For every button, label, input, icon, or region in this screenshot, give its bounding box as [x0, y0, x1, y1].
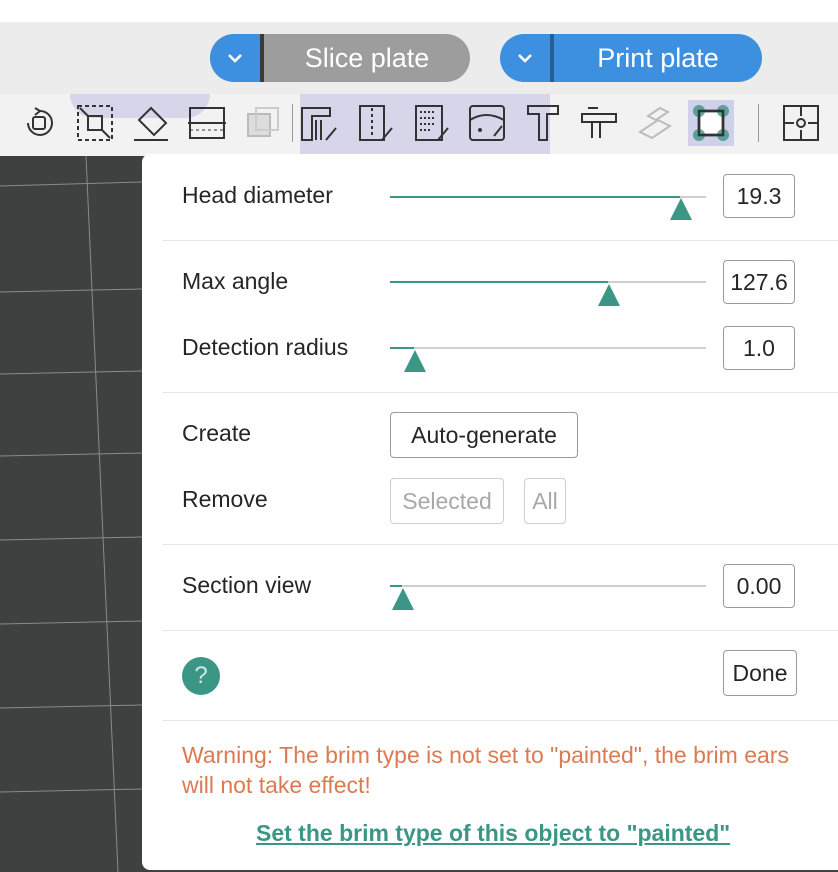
detection-radius-slider-handle[interactable] — [404, 350, 426, 372]
divider — [162, 392, 838, 393]
section-view-track — [402, 585, 706, 587]
window-top-strip — [0, 0, 838, 22]
max-angle-input[interactable]: 127.6 — [723, 260, 795, 304]
print-plate-label: Print plate — [597, 42, 719, 73]
divider — [162, 544, 838, 545]
divider — [162, 630, 838, 631]
text-icon[interactable] — [520, 100, 566, 146]
slice-plate-label: Slice plate — [304, 42, 430, 73]
section-view-label: Section view — [182, 572, 312, 598]
section-view-input[interactable]: 0.00 — [723, 564, 795, 608]
brim-warning-text: Warning: The brim type is not set to "pa… — [182, 742, 789, 798]
divider — [162, 720, 838, 721]
gizmo-toolbar — [0, 94, 838, 156]
max-angle-slider-handle[interactable] — [598, 284, 620, 306]
remove-selected-button[interactable]: Selected — [390, 478, 504, 524]
max-angle-track — [608, 281, 706, 283]
lay-on-face-icon[interactable] — [128, 100, 174, 146]
auto-generate-button[interactable]: Auto-generate — [390, 412, 578, 458]
fuzzy-skin-icon[interactable] — [408, 100, 454, 146]
detection-radius-track-filled — [390, 347, 414, 349]
boolean-icon[interactable] — [240, 100, 286, 146]
slice-plate-button[interactable]: Slice plate — [210, 34, 470, 82]
head-diameter-label: Head diameter — [182, 182, 333, 208]
seam-painting-icon[interactable] — [352, 100, 398, 146]
chevron-down-icon[interactable] — [210, 34, 260, 82]
color-painting-icon[interactable] — [464, 100, 510, 146]
remove-label: Remove — [182, 486, 268, 512]
create-label: Create — [182, 420, 252, 446]
section-view-slider-handle[interactable] — [392, 588, 414, 610]
rotate-icon[interactable] — [16, 100, 62, 146]
max-angle-track-filled — [390, 281, 608, 283]
divider — [162, 240, 838, 241]
set-brim-type-link[interactable]: Set the brim type of this object to "pai… — [256, 820, 730, 847]
help-icon[interactable]: ? — [182, 657, 220, 695]
done-button[interactable]: Done — [723, 650, 797, 696]
chevron-down-icon[interactable] — [500, 34, 550, 82]
detection-radius-input[interactable]: 1.0 — [723, 326, 795, 370]
toolbar-separator — [758, 104, 759, 142]
measure-icon[interactable] — [576, 100, 622, 146]
scale-icon[interactable] — [72, 100, 118, 146]
head-diameter-track-filled — [390, 196, 680, 198]
support-painting-icon[interactable] — [296, 100, 342, 146]
section-view-track-filled — [390, 585, 402, 587]
top-bar: Slice plate Print plate — [0, 22, 838, 94]
build-plate-grid — [0, 156, 142, 872]
max-angle-label: Max angle — [182, 268, 289, 294]
toolbar-separator — [292, 104, 293, 142]
detection-radius-track — [414, 347, 706, 349]
head-diameter-slider-handle[interactable] — [670, 198, 692, 220]
detection-radius-label: Detection radius — [182, 334, 349, 360]
split-icon[interactable] — [778, 100, 824, 146]
cut-icon[interactable] — [184, 100, 230, 146]
head-diameter-input[interactable]: 19.3 — [723, 174, 795, 218]
assembly-icon[interactable] — [632, 100, 678, 146]
print-plate-button[interactable]: Print plate — [500, 34, 762, 82]
brim-ears-panel: Head diameter 19.3 Max angle 127.6 Detec… — [142, 154, 838, 870]
remove-all-button[interactable]: All — [524, 478, 566, 524]
brim-ears-icon[interactable] — [688, 100, 734, 146]
